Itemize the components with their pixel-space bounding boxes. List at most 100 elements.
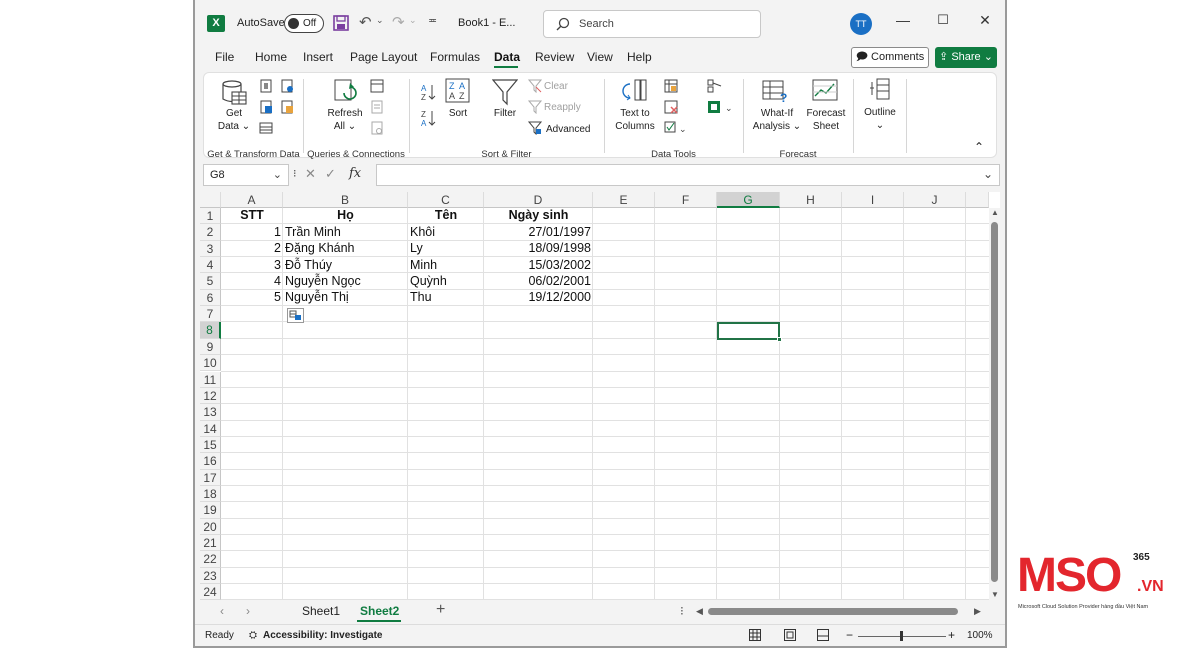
- outline-button[interactable]: Outline ⌄: [858, 106, 902, 132]
- column-header[interactable]: E: [593, 192, 655, 208]
- row-header[interactable]: 12: [200, 387, 221, 405]
- user-avatar[interactable]: TT: [850, 13, 872, 35]
- row-header[interactable]: 1: [200, 208, 221, 225]
- tab-formulas[interactable]: Formulas: [430, 50, 480, 64]
- row-header[interactable]: 2: [200, 224, 221, 241]
- sort-a-z-icon[interactable]: AZ: [420, 83, 436, 101]
- cell-a4[interactable]: 3: [221, 258, 281, 272]
- column-header[interactable]: C: [408, 192, 484, 208]
- vertical-scrollbar[interactable]: ▲ ▼: [989, 208, 1000, 600]
- row-header[interactable]: 21: [200, 535, 221, 552]
- normal-view-icon[interactable]: [749, 629, 761, 641]
- cell-a1[interactable]: STT: [221, 208, 283, 222]
- row-header[interactable]: 15: [200, 436, 221, 454]
- redo-icon[interactable]: ↷: [392, 13, 405, 31]
- row-header[interactable]: 23: [200, 567, 221, 585]
- page-layout-view-icon[interactable]: [784, 629, 796, 641]
- zoom-slider-thumb[interactable]: [900, 631, 903, 641]
- row-header[interactable]: 11: [200, 371, 221, 388]
- cell-d6[interactable]: 19/12/2000: [484, 290, 591, 304]
- cell-d4[interactable]: 15/03/2002: [484, 258, 591, 272]
- column-header[interactable]: D: [484, 192, 593, 208]
- page-break-view-icon[interactable]: [817, 629, 829, 641]
- select-all-corner[interactable]: [200, 192, 221, 208]
- active-cell-g8[interactable]: [717, 322, 782, 342]
- recent-sources-icon[interactable]: [280, 100, 294, 114]
- next-sheet-icon[interactable]: ›: [246, 604, 250, 618]
- expand-formula-icon[interactable]: ⌄: [983, 167, 993, 181]
- tab-options-icon[interactable]: ⁝: [680, 604, 684, 618]
- cell-c1[interactable]: Tên: [408, 208, 484, 222]
- row-header[interactable]: 16: [200, 453, 221, 470]
- save-icon[interactable]: [333, 15, 349, 31]
- row-header[interactable]: 22: [200, 551, 221, 568]
- scroll-down-icon[interactable]: ▼: [991, 590, 999, 599]
- share-button[interactable]: ⇪ Share ⌄: [935, 47, 997, 68]
- paste-options-icon[interactable]: [287, 308, 305, 324]
- cancel-icon[interactable]: ✕: [305, 166, 316, 182]
- row-header[interactable]: 18: [200, 485, 221, 503]
- cell-d2[interactable]: 27/01/1997: [484, 225, 591, 239]
- cell-b5[interactable]: Nguyễn Ngọc: [285, 274, 361, 288]
- get-data-button[interactable]: Get Data ⌄: [216, 107, 252, 133]
- file-name[interactable]: Book1 - E...: [458, 17, 515, 29]
- filter-button[interactable]: Filter: [488, 107, 522, 120]
- consolidate-icon[interactable]: [707, 79, 723, 93]
- row-header[interactable]: 9: [200, 338, 221, 356]
- name-box[interactable]: G8 ⌄: [203, 164, 289, 186]
- cell-a6[interactable]: 5: [221, 290, 281, 304]
- redo-dropdown-icon[interactable]: ⌄: [409, 15, 417, 26]
- data-model-icon[interactable]: ⌄: [707, 100, 735, 114]
- insert-function-icon[interactable]: fx: [349, 166, 361, 181]
- text-to-columns-button[interactable]: Text to Columns: [612, 107, 658, 133]
- row-header[interactable]: 6: [200, 289, 221, 307]
- close-icon[interactable]: ✕: [975, 12, 995, 29]
- row-header[interactable]: 4: [200, 257, 221, 274]
- cell-a5[interactable]: 4: [221, 274, 281, 288]
- tab-data[interactable]: Data: [494, 50, 520, 64]
- clear-button[interactable]: Clear: [544, 80, 568, 93]
- queries-connections-icon[interactable]: [370, 79, 384, 93]
- zoom-level[interactable]: 100%: [967, 630, 993, 641]
- existing-connections-icon[interactable]: [259, 121, 273, 135]
- cell-d5[interactable]: 06/02/2001: [484, 274, 591, 288]
- cell-c5[interactable]: Quỳnh: [410, 274, 447, 288]
- row-header[interactable]: 17: [200, 469, 221, 486]
- row-header[interactable]: 3: [200, 240, 221, 258]
- fill-handle[interactable]: [777, 337, 782, 342]
- maximize-icon[interactable]: ☐: [933, 12, 953, 28]
- cell-d1[interactable]: Ngày sinh: [484, 208, 593, 222]
- from-text-icon[interactable]: [259, 79, 273, 93]
- vertical-scroll-thumb[interactable]: [991, 222, 998, 582]
- comments-button[interactable]: 🗩 Comments: [851, 47, 929, 68]
- prev-sheet-icon[interactable]: ‹: [220, 604, 224, 618]
- sort-z-a-icon[interactable]: ZA: [420, 109, 436, 127]
- undo-dropdown-icon[interactable]: ⌄: [376, 15, 384, 26]
- zoom-out-icon[interactable]: −: [846, 628, 853, 642]
- cell-c4[interactable]: Minh: [410, 258, 437, 272]
- sort-button[interactable]: Sort: [442, 107, 474, 120]
- row-header[interactable]: 14: [200, 420, 221, 437]
- search-box[interactable]: Search: [543, 10, 761, 38]
- accessibility-status[interactable]: Accessibility: Investigate: [263, 630, 383, 641]
- row-header[interactable]: 5: [200, 273, 221, 290]
- from-web-icon[interactable]: [280, 79, 294, 93]
- row-header[interactable]: 10: [200, 355, 221, 372]
- row-header[interactable]: 24: [200, 584, 221, 600]
- flash-fill-icon[interactable]: [664, 79, 678, 93]
- properties-icon[interactable]: [370, 100, 384, 114]
- column-header[interactable]: H: [780, 192, 842, 208]
- cell-b2[interactable]: Trần Minh: [285, 225, 341, 239]
- formula-input[interactable]: ⌄: [376, 164, 1000, 186]
- cell-b1[interactable]: Họ: [283, 208, 408, 222]
- reapply-button[interactable]: Reapply: [544, 101, 581, 114]
- column-header-selected[interactable]: G: [717, 192, 780, 208]
- tab-view[interactable]: View: [587, 50, 613, 64]
- customize-quick-access-icon[interactable]: ≖: [428, 14, 437, 27]
- edit-links-icon[interactable]: [370, 121, 384, 135]
- cell-d3[interactable]: 18/09/1998: [484, 241, 591, 255]
- autosave-toggle[interactable]: Off: [284, 14, 324, 33]
- cell-b4[interactable]: Đỗ Thúy: [285, 258, 332, 272]
- zoom-in-icon[interactable]: +: [948, 628, 955, 642]
- refresh-all-button[interactable]: Refresh All ⌄: [324, 107, 366, 133]
